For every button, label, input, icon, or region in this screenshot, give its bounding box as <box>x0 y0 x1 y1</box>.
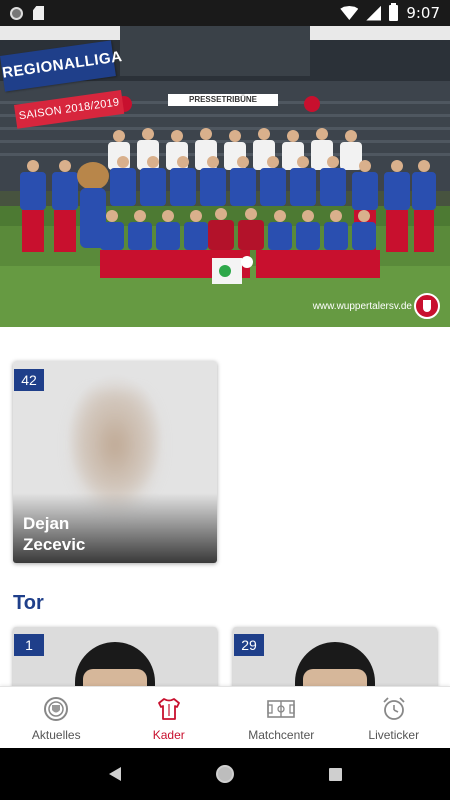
status-time: 9:07 <box>406 4 440 22</box>
featured-player-card[interactable]: 42 Dejan Zecevic <box>13 361 217 563</box>
nav-item-kader[interactable]: Kader <box>113 687 226 748</box>
player-name: Dejan Zecevic <box>23 513 85 555</box>
nav-item-matchcenter[interactable]: Matchcenter <box>225 687 338 748</box>
home-button[interactable] <box>205 754 245 794</box>
recents-icon <box>328 767 342 781</box>
section-title-tor: Tor <box>13 592 44 614</box>
player-first-name: Dejan <box>23 514 70 533</box>
press-stand-sign: PRESSETRIBÜNE <box>168 94 278 106</box>
nav-label: Matchcenter <box>248 728 315 742</box>
battery-icon <box>389 3 399 21</box>
nav-item-aktuelles[interactable]: Aktuelles <box>0 687 113 748</box>
nav-label: Liveticker <box>368 728 420 742</box>
notification-dot-icon <box>10 6 23 20</box>
back-icon <box>109 767 121 781</box>
alarm-clock-icon <box>380 696 408 722</box>
back-button[interactable] <box>95 754 135 794</box>
status-bar: 9:07 <box>0 0 450 26</box>
system-navigation-bar <box>0 748 450 800</box>
website-caption: www.wuppertalersv.de <box>312 301 412 312</box>
player-last-name: Zecevic <box>23 535 86 554</box>
player-number-badge: 29 <box>234 634 264 656</box>
nav-label: Aktuelles <box>31 728 81 742</box>
club-crest-icon <box>414 293 440 319</box>
recents-button[interactable] <box>315 754 355 794</box>
club-crest-icon <box>42 696 70 722</box>
home-icon <box>216 765 234 783</box>
player-number-badge: 1 <box>14 634 44 656</box>
player-number-badge: 42 <box>14 369 44 391</box>
wifi-icon <box>340 6 359 20</box>
signal-icon <box>366 5 382 21</box>
pitch-icon <box>267 696 296 722</box>
nav-label: Kader <box>152 728 185 742</box>
nav-item-liveticker[interactable]: Liveticker <box>338 687 450 748</box>
jersey-icon <box>155 696 183 722</box>
sd-card-icon <box>33 6 44 20</box>
team-photo-banner[interactable]: PRESSETRIBÜNE REGIONALLIGA SAISON 2018/2… <box>0 26 450 327</box>
bottom-navigation: Aktuelles Kader Matchcenter Liveticker <box>0 686 450 748</box>
